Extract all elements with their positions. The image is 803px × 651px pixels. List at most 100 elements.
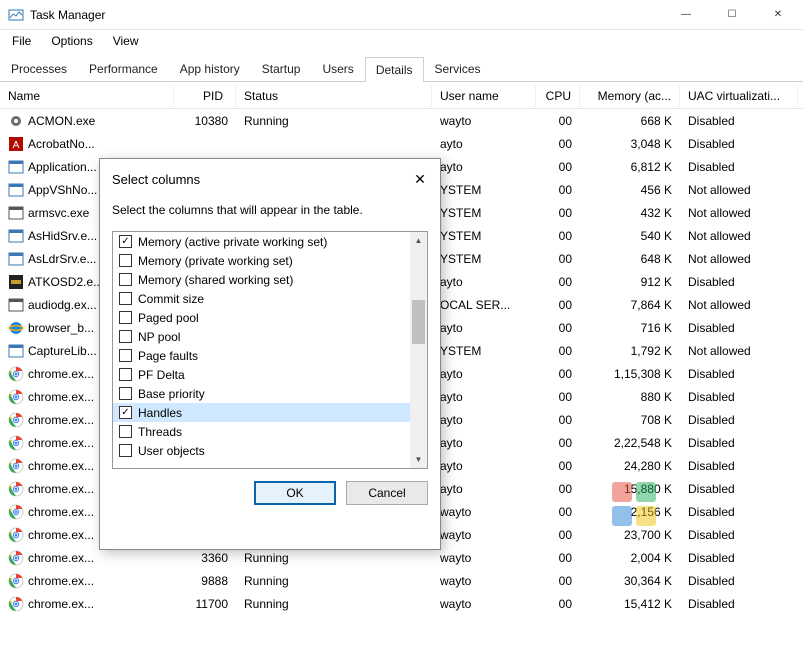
cell-cpu: 00: [536, 388, 580, 406]
checkbox-icon[interactable]: [119, 387, 132, 400]
column-option[interactable]: Page faults: [113, 346, 427, 365]
column-option[interactable]: PF Delta: [113, 365, 427, 384]
cell-uac: Disabled: [680, 273, 798, 291]
ok-button[interactable]: OK: [254, 481, 336, 505]
svg-text:A: A: [13, 140, 20, 151]
cell-cpu: 00: [536, 411, 580, 429]
option-label: User objects: [138, 444, 205, 458]
cell-memory: 716 K: [580, 319, 680, 337]
column-option[interactable]: User objects: [113, 441, 427, 460]
col-user[interactable]: User name: [432, 85, 536, 107]
process-name: AppVShNo...: [28, 183, 97, 197]
menu-view[interactable]: View: [105, 32, 147, 50]
checkbox-icon[interactable]: [119, 425, 132, 438]
checkbox-icon[interactable]: ✓: [119, 235, 132, 248]
cell-user: YSTEM: [432, 342, 536, 360]
scroll-up-icon[interactable]: ▲: [410, 232, 427, 249]
column-option[interactable]: Memory (private working set): [113, 251, 427, 270]
process-name: chrome.ex...: [28, 390, 94, 404]
cell-uac: Disabled: [680, 388, 798, 406]
tab-details[interactable]: Details: [365, 57, 424, 82]
table-row[interactable]: AAcrobatNo...ayto003,048 KDisabled: [0, 132, 803, 155]
scroll-thumb[interactable]: [412, 300, 425, 344]
dialog-close-icon[interactable]: ✕: [410, 171, 430, 188]
process-icon: [8, 412, 24, 428]
table-row[interactable]: chrome.ex...9888Runningwayto0030,364 KDi…: [0, 569, 803, 592]
column-option[interactable]: Threads: [113, 422, 427, 441]
cell-pid: 11700: [174, 595, 236, 613]
process-name: ATKOSD2.e...: [28, 275, 103, 289]
column-option[interactable]: Paged pool: [113, 308, 427, 327]
tab-processes[interactable]: Processes: [0, 56, 78, 81]
cell-memory: 668 K: [580, 112, 680, 130]
listbox-scrollbar[interactable]: ▲ ▼: [410, 232, 427, 468]
cell-user: ayto: [432, 457, 536, 475]
process-name: AcrobatNo...: [28, 137, 95, 151]
checkbox-icon[interactable]: [119, 368, 132, 381]
cell-cpu: 00: [536, 572, 580, 590]
cell-uac: Disabled: [680, 112, 798, 130]
column-option[interactable]: ✓Memory (active private working set): [113, 232, 427, 251]
cell-status: Running: [236, 112, 432, 130]
tabbar: Processes Performance App history Startu…: [0, 54, 803, 82]
process-icon: [8, 251, 24, 267]
col-uac[interactable]: UAC virtualizati...: [680, 85, 798, 107]
cell-pid: 10380: [174, 112, 236, 130]
column-option[interactable]: ✓Handles: [113, 403, 427, 422]
cell-uac: Disabled: [680, 411, 798, 429]
checkbox-icon[interactable]: [119, 292, 132, 305]
cell-user: wayto: [432, 572, 536, 590]
process-icon: [8, 366, 24, 382]
cell-memory: 24,280 K: [580, 457, 680, 475]
column-option[interactable]: NP pool: [113, 327, 427, 346]
cell-pid: 9888: [174, 572, 236, 590]
minimize-button[interactable]: —: [663, 0, 709, 30]
checkbox-icon[interactable]: [119, 330, 132, 343]
checkbox-icon[interactable]: [119, 349, 132, 362]
tab-app-history[interactable]: App history: [169, 56, 251, 81]
col-name[interactable]: Name: [0, 85, 174, 107]
cell-memory: 30,364 K: [580, 572, 680, 590]
checkbox-icon[interactable]: [119, 273, 132, 286]
menu-options[interactable]: Options: [43, 32, 100, 50]
cell-uac: Disabled: [680, 595, 798, 613]
option-label: Page faults: [138, 349, 198, 363]
checkbox-icon[interactable]: [119, 444, 132, 457]
cell-cpu: 00: [536, 595, 580, 613]
process-name: chrome.ex...: [28, 597, 94, 611]
columns-listbox[interactable]: ✓Memory (active private working set)Memo…: [112, 231, 428, 469]
cell-cpu: 00: [536, 204, 580, 222]
process-name: CaptureLib...: [28, 344, 97, 358]
tab-performance[interactable]: Performance: [78, 56, 169, 81]
option-label: Commit size: [138, 292, 204, 306]
table-row[interactable]: chrome.ex...11700Runningwayto0015,412 KD…: [0, 592, 803, 615]
column-option[interactable]: Commit size: [113, 289, 427, 308]
maximize-button[interactable]: ☐: [709, 0, 755, 30]
scroll-down-icon[interactable]: ▼: [410, 451, 427, 468]
col-pid[interactable]: PID: [174, 85, 236, 107]
process-icon: [8, 182, 24, 198]
menu-file[interactable]: File: [4, 32, 39, 50]
tab-startup[interactable]: Startup: [251, 56, 312, 81]
process-name: ACMON.exe: [28, 114, 95, 128]
close-button[interactable]: ✕: [755, 0, 801, 30]
column-option[interactable]: Base priority: [113, 384, 427, 403]
cell-memory: 1,792 K: [580, 342, 680, 360]
process-name: chrome.ex...: [28, 551, 94, 565]
process-name: chrome.ex...: [28, 505, 94, 519]
cell-uac: Disabled: [680, 549, 798, 567]
cell-uac: Not allowed: [680, 181, 798, 199]
cell-cpu: 00: [536, 480, 580, 498]
column-option[interactable]: Memory (shared working set): [113, 270, 427, 289]
checkbox-icon[interactable]: [119, 311, 132, 324]
table-row[interactable]: ACMON.exe10380Runningwayto00668 KDisable…: [0, 109, 803, 132]
tab-services[interactable]: Services: [424, 56, 492, 81]
cancel-button[interactable]: Cancel: [346, 481, 428, 505]
checkbox-icon[interactable]: ✓: [119, 406, 132, 419]
col-cpu[interactable]: CPU: [536, 85, 580, 107]
checkbox-icon[interactable]: [119, 254, 132, 267]
tab-users[interactable]: Users: [311, 56, 364, 81]
col-memory[interactable]: Memory (ac...: [580, 85, 680, 107]
col-status[interactable]: Status: [236, 85, 432, 107]
menubar: File Options View: [0, 30, 803, 52]
